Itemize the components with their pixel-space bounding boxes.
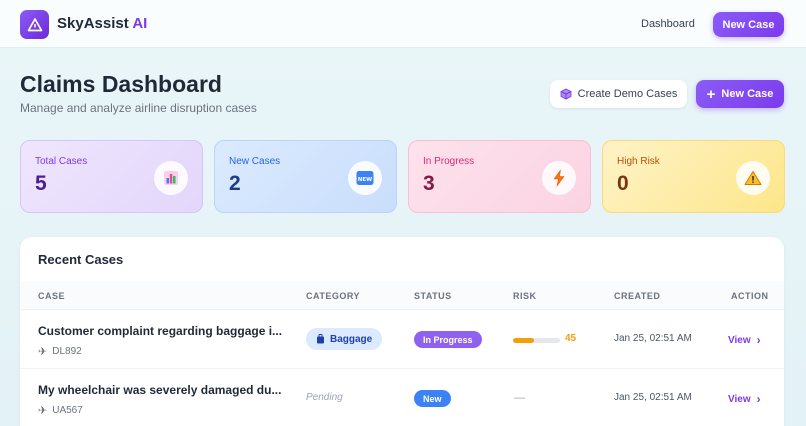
lightning-icon (542, 161, 576, 195)
page-subtitle: Manage and analyze airline disruption ca… (20, 101, 257, 115)
svg-text:NEW: NEW (358, 177, 372, 183)
risk-score-fill (513, 338, 535, 343)
plus-icon: + (706, 85, 716, 103)
brand-name[interactable]: SkyAssist AI (57, 15, 147, 32)
flight-number: UA567 (52, 405, 83, 416)
column-header-created: CREATED (614, 291, 661, 301)
view-case-link[interactable]: View › (728, 333, 761, 347)
case-flight: ✈ DL892 (38, 345, 82, 358)
table-header (20, 281, 784, 309)
chevron-right-icon: › (756, 392, 761, 406)
stat-card-new-cases: New Cases 2 NEW (214, 140, 397, 213)
app-logo[interactable] (20, 10, 49, 39)
warning-icon (736, 161, 770, 195)
category-pending: Pending (306, 392, 343, 403)
risk-score-value: 45 (565, 333, 577, 344)
stat-card-total-cases: Total Cases 5 (20, 140, 203, 213)
case-title[interactable]: My wheelchair was severely damaged du... (38, 383, 281, 397)
triangle-logo-icon (27, 17, 42, 31)
brand-suffix: AI (132, 15, 148, 32)
case-flight: ✈ UA567 (38, 404, 83, 417)
airplane-icon: ✈ (38, 346, 48, 358)
view-label: View (728, 393, 751, 405)
risk-score-bar (513, 338, 560, 343)
status-badge: In Progress (414, 331, 482, 348)
column-header-risk: RISK (513, 291, 537, 301)
recent-cases-title: Recent Cases (38, 252, 124, 267)
brand-title: SkyAssist (57, 15, 129, 32)
nav-dashboard-link[interactable]: Dashboard (641, 18, 695, 30)
table-row[interactable]: Customer complaint regarding baggage i..… (20, 309, 784, 368)
airplane-icon: ✈ (38, 405, 48, 417)
cube-icon (560, 88, 572, 100)
column-header-action: ACTION (731, 291, 769, 301)
create-demo-cases-button[interactable]: Create Demo Cases (550, 80, 687, 108)
new-case-button[interactable]: + New Case (696, 80, 784, 108)
flight-number: DL892 (52, 346, 82, 357)
column-header-category: CATEGORY (306, 291, 361, 301)
column-header-status: STATUS (414, 291, 452, 301)
new-case-label: New Case (721, 88, 774, 100)
risk-score-empty: — (514, 392, 525, 404)
new-badge-icon: NEW (348, 161, 382, 195)
suitcase-icon (317, 334, 324, 344)
chevron-right-icon: › (756, 333, 761, 347)
created-date: Jan 25, 02:51 AM (614, 392, 692, 403)
recent-cases-panel: Recent Cases CASE CATEGORY STATUS RISK C… (20, 237, 784, 426)
view-case-link[interactable]: View › (728, 392, 761, 406)
top-navbar: SkyAssist AI Dashboard New Case (0, 0, 806, 48)
category-label: Baggage (330, 333, 373, 345)
created-date: Jan 25, 02:51 AM (614, 333, 692, 344)
view-label: View (728, 334, 751, 346)
stat-card-in-progress: In Progress 3 (408, 140, 591, 213)
stat-card-high-risk: High Risk 0 (602, 140, 785, 213)
column-header-case: CASE (38, 291, 66, 301)
status-badge: New (414, 390, 451, 407)
case-title[interactable]: Customer complaint regarding baggage i..… (38, 324, 282, 338)
page-title: Claims Dashboard (20, 71, 222, 97)
create-demo-label: Create Demo Cases (577, 88, 678, 100)
bar-chart-icon (154, 161, 188, 195)
nav-new-case-button[interactable]: New Case (713, 12, 784, 37)
category-badge: Baggage (306, 328, 383, 350)
table-row[interactable]: My wheelchair was severely damaged du...… (20, 368, 784, 426)
